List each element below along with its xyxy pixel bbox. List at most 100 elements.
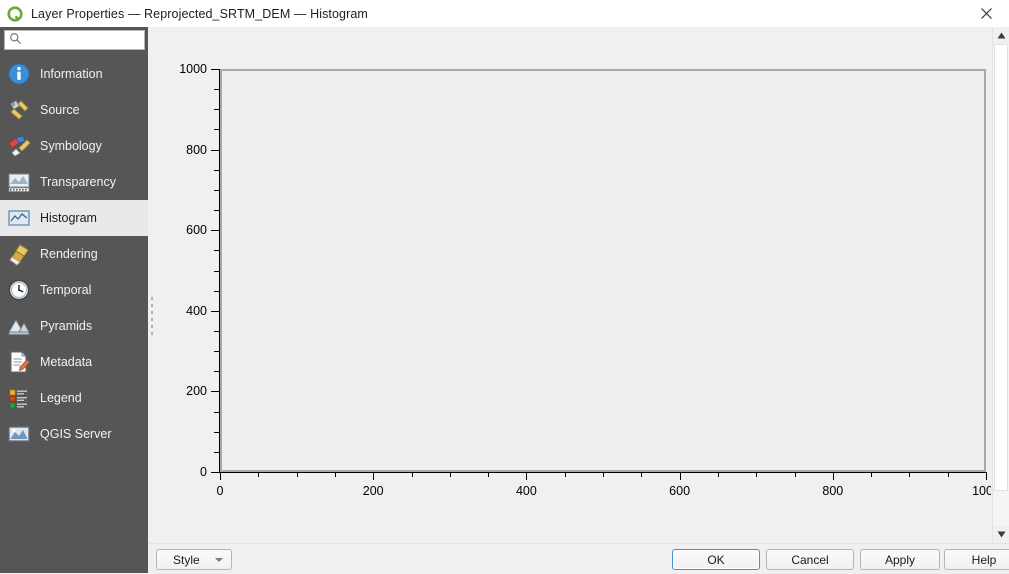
x-tick-label: 400 bbox=[515, 484, 537, 498]
sidebar-item-qgis-server[interactable]: QGIS Server bbox=[0, 416, 148, 452]
rendering-brush-icon bbox=[6, 241, 32, 267]
sidebar-item-histogram[interactable]: Histogram bbox=[0, 200, 148, 236]
symbology-brush-icon bbox=[6, 133, 32, 159]
histogram-plot: 0 200 400 600 800 1000 0 200 400 600 800 1000 bbox=[156, 29, 991, 541]
sidebar-item-label: Rendering bbox=[40, 247, 98, 261]
cancel-button[interactable]: Cancel bbox=[766, 549, 854, 570]
sidebar-nav-list: Information Source Symbology Transparenc… bbox=[0, 56, 148, 452]
sidebar-item-label: Legend bbox=[40, 391, 82, 405]
y-tick-major bbox=[211, 149, 219, 151]
ok-button[interactable]: OK bbox=[672, 549, 760, 570]
pyramids-icon bbox=[6, 313, 32, 339]
y-tick-minor bbox=[214, 129, 219, 131]
y-tick-label: 1000 bbox=[179, 62, 207, 76]
y-tick-minor bbox=[214, 189, 219, 191]
x-tick-label: 1000 bbox=[972, 484, 991, 498]
x-tick-minor bbox=[296, 472, 298, 477]
y-tick-minor bbox=[214, 451, 219, 453]
y-tick-major bbox=[211, 69, 219, 70]
sidebar-item-label: Pyramids bbox=[40, 319, 93, 333]
x-tick-minor bbox=[564, 472, 566, 477]
content-area: 0 200 400 600 800 1000 0 200 400 600 800 1000 bbox=[156, 27, 1009, 543]
transparency-icon bbox=[6, 169, 32, 195]
y-tick-label: 200 bbox=[186, 384, 207, 399]
style-button-label: Style bbox=[173, 552, 200, 567]
sidebar-item-temporal[interactable]: Temporal bbox=[0, 272, 148, 308]
x-tick-major bbox=[679, 472, 681, 480]
help-button[interactable]: Help bbox=[944, 549, 1009, 570]
sidebar-item-metadata[interactable]: Metadata bbox=[0, 344, 148, 380]
x-tick-minor bbox=[871, 472, 873, 477]
search-input[interactable] bbox=[25, 33, 135, 47]
qgis-server-icon bbox=[6, 421, 32, 447]
apply-button[interactable]: Apply bbox=[860, 549, 940, 570]
sidebar-item-label: Histogram bbox=[40, 211, 97, 225]
metadata-icon bbox=[6, 349, 32, 375]
y-tick-label: 400 bbox=[186, 303, 207, 318]
x-tick-major bbox=[220, 472, 221, 480]
layer-properties-dialog: Layer Properties — Reprojected_SRTM_DEM … bbox=[0, 0, 1009, 574]
sidebar-item-label: Temporal bbox=[40, 283, 92, 297]
scroll-down-arrow-icon[interactable] bbox=[993, 526, 1009, 543]
y-tick-minor bbox=[214, 290, 219, 292]
y-tick-major bbox=[211, 230, 219, 232]
sidebar-item-label: Source bbox=[40, 103, 80, 117]
y-tick-minor bbox=[214, 351, 219, 353]
chevron-down-icon bbox=[215, 557, 223, 562]
sidebar-item-label: Information bbox=[40, 67, 103, 81]
x-axis: 0 200 400 600 800 1000 bbox=[156, 472, 991, 541]
sidebar-item-source[interactable]: Source bbox=[0, 92, 148, 128]
vertical-scrollbar[interactable] bbox=[992, 27, 1009, 543]
sidebar-item-information[interactable]: Information bbox=[0, 56, 148, 92]
x-tick-major bbox=[832, 472, 834, 480]
x-tick-minor bbox=[334, 472, 336, 477]
series-layer bbox=[220, 69, 986, 472]
y-tick-minor bbox=[214, 431, 219, 433]
x-tick-minor bbox=[909, 472, 911, 477]
x-tick-minor bbox=[411, 472, 413, 477]
sidebar: Information Source Symbology Transparenc… bbox=[0, 27, 148, 573]
y-tick-minor bbox=[214, 371, 219, 373]
sidebar-item-pyramids[interactable]: Pyramids bbox=[0, 308, 148, 344]
qgis-logo-icon bbox=[7, 5, 23, 22]
y-tick-minor bbox=[214, 270, 219, 272]
y-tick-minor bbox=[214, 250, 219, 252]
histogram-icon bbox=[6, 205, 32, 231]
x-tick-minor bbox=[947, 472, 949, 477]
y-tick-minor bbox=[214, 330, 219, 332]
scrollbar-thumb[interactable] bbox=[994, 44, 1008, 491]
y-tick-major bbox=[211, 391, 219, 393]
x-tick-major bbox=[986, 472, 987, 480]
titlebar: Layer Properties — Reprojected_SRTM_DEM … bbox=[0, 0, 1009, 28]
x-tick-label: 200 bbox=[362, 484, 384, 498]
scroll-up-arrow-icon[interactable] bbox=[993, 27, 1009, 44]
sidebar-item-label: Metadata bbox=[40, 355, 93, 369]
y-tick-major bbox=[211, 310, 219, 312]
sidebar-item-label: QGIS Server bbox=[40, 427, 112, 441]
sidebar-item-legend[interactable]: Legend bbox=[0, 380, 148, 416]
information-icon bbox=[6, 61, 32, 87]
sidebar-bottom-strip bbox=[0, 566, 148, 573]
x-tick-minor bbox=[717, 472, 719, 477]
y-axis: 0 200 400 600 800 1000 bbox=[156, 29, 219, 541]
sidebar-item-label: Transparency bbox=[40, 175, 116, 189]
sidebar-item-label: Symbology bbox=[40, 139, 102, 153]
clock-icon bbox=[6, 277, 32, 303]
x-tick-minor bbox=[641, 472, 643, 477]
panel-splitter[interactable] bbox=[148, 27, 156, 573]
y-tick-minor bbox=[214, 89, 219, 91]
sidebar-search[interactable] bbox=[4, 30, 145, 50]
x-tick-label: 0 bbox=[216, 484, 224, 498]
x-tick-label: 600 bbox=[669, 484, 691, 498]
close-icon[interactable] bbox=[963, 0, 1009, 27]
histogram-canvas[interactable]: 0 200 400 600 800 1000 0 200 400 600 800 1000 bbox=[156, 29, 991, 541]
y-tick-minor bbox=[214, 411, 219, 413]
sidebar-item-rendering[interactable]: Rendering bbox=[0, 236, 148, 272]
x-tick-minor bbox=[258, 472, 260, 477]
sidebar-item-transparency[interactable]: Transparency bbox=[0, 164, 148, 200]
sidebar-item-symbology[interactable]: Symbology bbox=[0, 128, 148, 164]
scrollbar-track[interactable] bbox=[993, 44, 1009, 526]
x-tick-minor bbox=[488, 472, 490, 477]
style-button[interactable]: Style bbox=[156, 549, 232, 570]
dialog-button-bar: Style OK Cancel Apply Help bbox=[148, 543, 1009, 574]
